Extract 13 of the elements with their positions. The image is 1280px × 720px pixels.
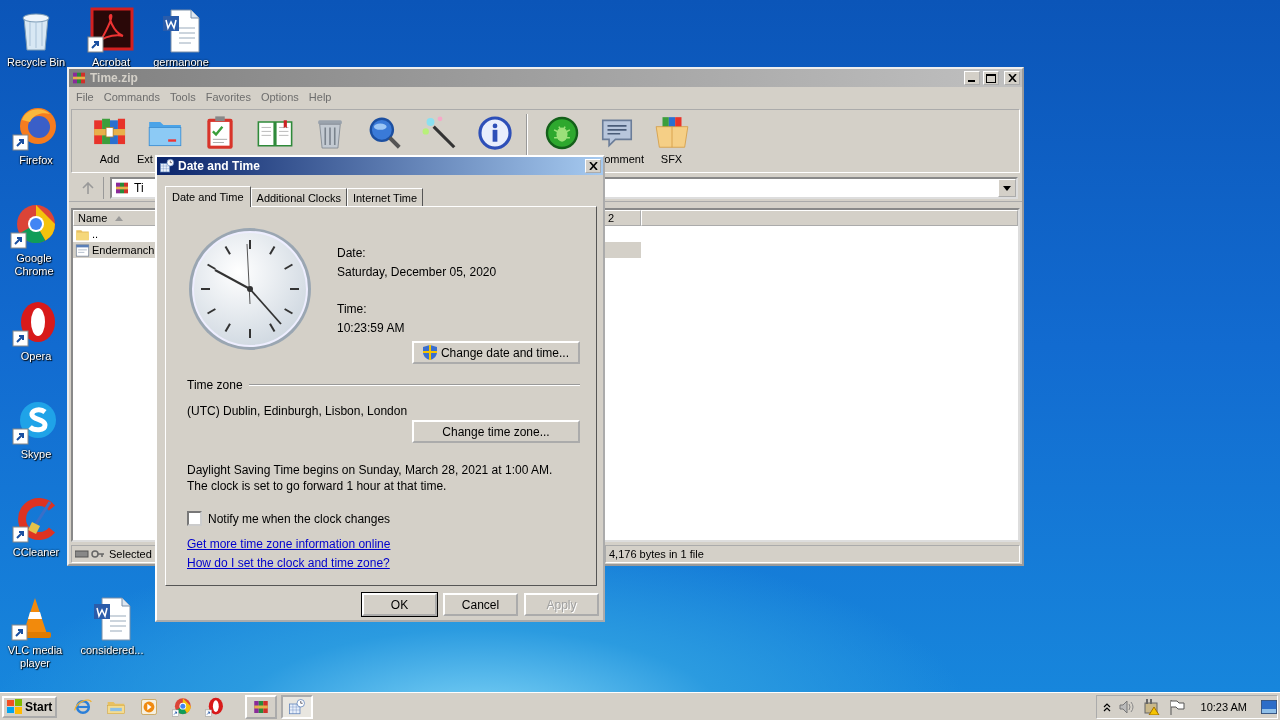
time-zone-text: (UTC) Dublin, Edinburgh, Lisbon, London xyxy=(187,404,409,418)
date-value: Saturday, December 05, 2020 xyxy=(337,264,498,280)
date-label: Date: xyxy=(337,245,367,261)
time-label: Time: xyxy=(337,301,368,317)
time-value: 10:23:59 AM xyxy=(337,320,406,336)
status-text: Selected xyxy=(109,548,152,560)
section-heading: Time zone xyxy=(187,378,243,392)
file-name: .. xyxy=(92,228,99,240)
status-text: 4,176 bytes in 1 file xyxy=(609,548,704,560)
window-title: Time.zip xyxy=(90,71,139,85)
file-name: Endermanch xyxy=(92,244,155,256)
dst-note: Daylight Saving Time begins on Sunday, March 28, 2021 at 1:00 AM. The clock is set to go forward 1 hour at that time. xyxy=(187,462,554,494)
dialog-title: Date and Time xyxy=(178,159,261,173)
